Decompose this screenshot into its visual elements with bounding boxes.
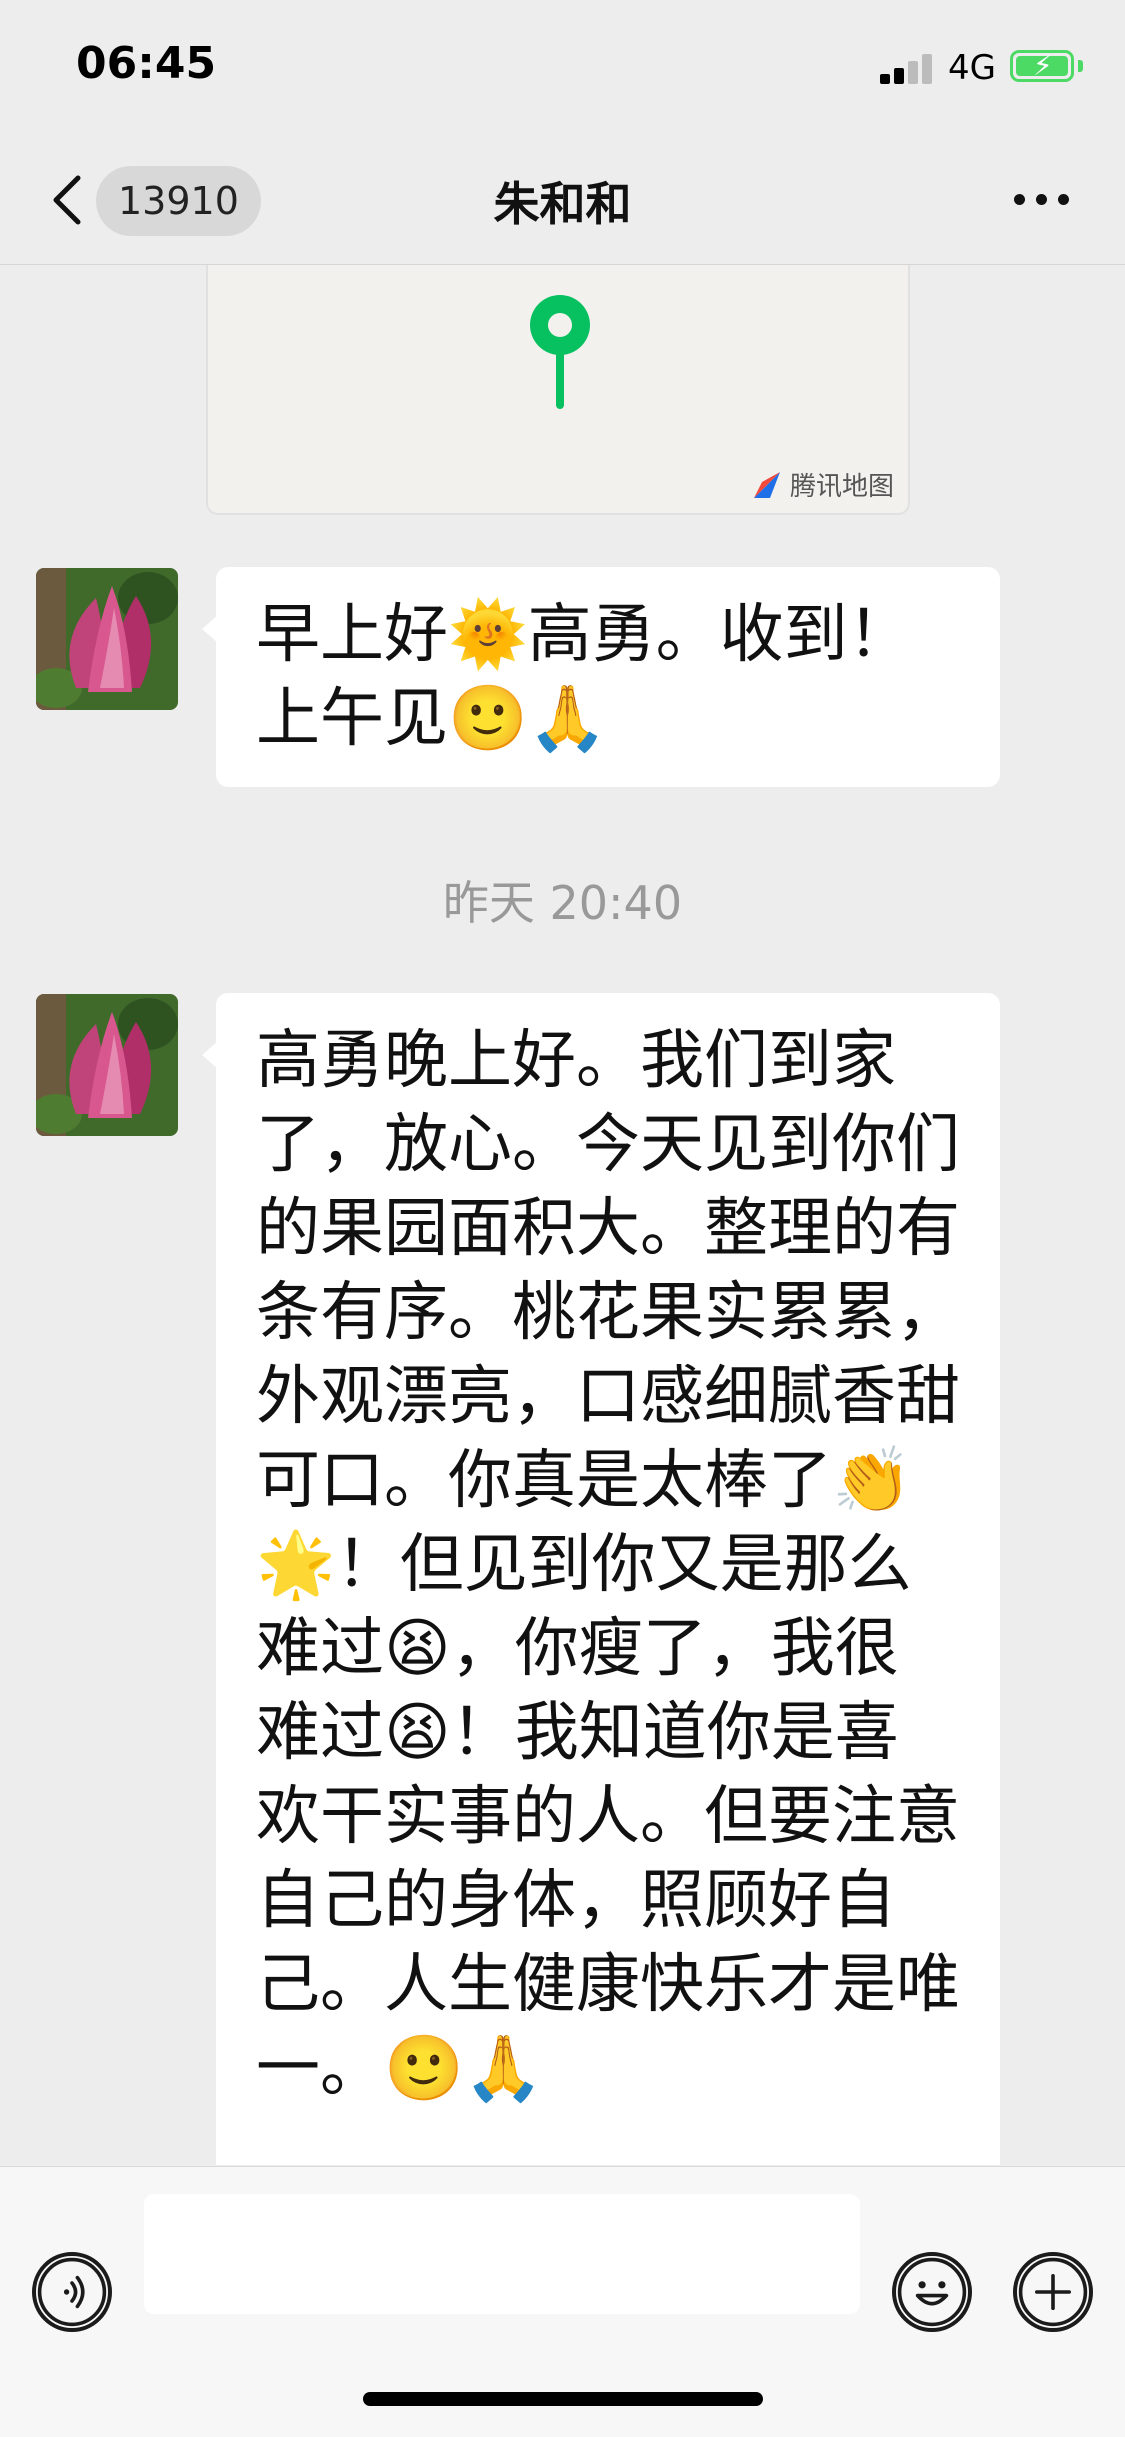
status-time: 06:45: [76, 38, 217, 89]
message-bubble[interactable]: 早上好🌞高勇。收到！上午见🙂🙏: [202, 567, 1000, 787]
map-brand-label: 腾讯地图: [789, 472, 894, 502]
avatar[interactable]: [36, 994, 178, 1136]
nav-bar: 13910 朱和和: [0, 140, 1125, 265]
avatar[interactable]: [36, 568, 178, 710]
map-brand: 腾讯地图: [752, 466, 894, 503]
map-pin-icon: [530, 295, 590, 409]
status-bar: 06:45 4G ⚡: [0, 0, 1125, 140]
chat-area[interactable]: 腾讯地图 早上好🌞高勇。收到！上午见🙂🙏 昨天 20:40 高勇晚上好。我们到家…: [0, 265, 1125, 2165]
tencent-map-icon: [753, 471, 780, 498]
network-label: 4G: [948, 48, 996, 88]
emoji-icon[interactable]: [892, 2252, 972, 2332]
message-bubble[interactable]: 高勇晚上好。我们到家了，放心。今天见到你们的果园面积大。整理的有条有序。桃花果实…: [202, 993, 1000, 2165]
timestamp: 昨天 20:40: [442, 876, 683, 930]
message-text: 早上好🌞高勇。收到！上午见🙂🙏: [256, 598, 912, 756]
home-indicator[interactable]: [363, 2392, 763, 2406]
message-input[interactable]: [144, 2194, 860, 2314]
battery-tip: [1078, 60, 1083, 72]
signal-icon: [880, 54, 936, 84]
plus-icon[interactable]: [1013, 2252, 1093, 2332]
flower-avatar-image: [36, 568, 178, 710]
battery-icon: ⚡: [1010, 50, 1074, 82]
chat-title: 朱和和: [493, 177, 632, 231]
voice-icon[interactable]: [32, 2252, 112, 2332]
message-text: 高勇晚上好。我们到家了，放心。今天见到你们的果园面积大。整理的有条有序。桃花果实…: [256, 1024, 960, 2106]
more-icon[interactable]: [1010, 188, 1074, 212]
flower-avatar-image: [36, 994, 178, 1136]
location-card[interactable]: 腾讯地图: [206, 265, 910, 515]
